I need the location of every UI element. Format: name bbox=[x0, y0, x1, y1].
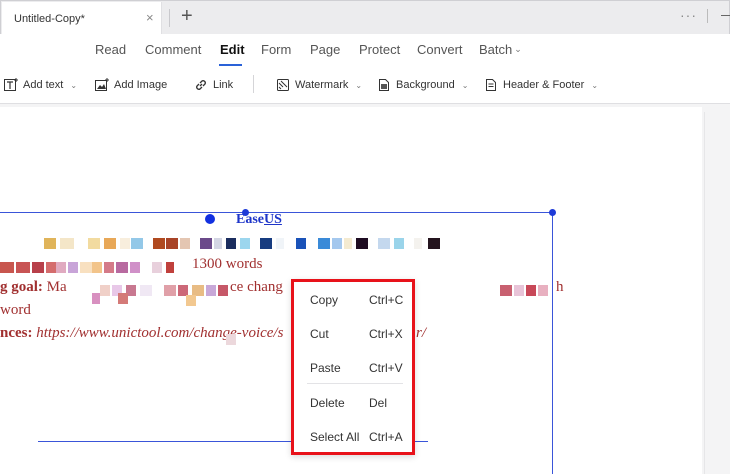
copy-label: Copy bbox=[310, 293, 339, 307]
header-footer-label: Header & Footer bbox=[503, 79, 585, 91]
chevron-down-icon: ⌄ bbox=[70, 80, 78, 90]
goal-text-end[interactable]: h bbox=[556, 279, 564, 296]
header-footer-button[interactable]: Header & Footer ⌄ bbox=[484, 76, 598, 94]
new-tab-icon[interactable]: + bbox=[181, 5, 193, 27]
background-label: Background bbox=[396, 79, 455, 91]
copy-shortcut: Ctrl+C bbox=[369, 293, 404, 307]
tab-strip: Untitled-Copy* × + ··· bbox=[0, 0, 730, 35]
chevron-down-icon: ⌄ bbox=[355, 80, 363, 90]
close-tab-icon[interactable]: × bbox=[146, 11, 154, 25]
paste-label: Paste bbox=[310, 361, 341, 375]
main-menu: Read Comment Edit Form Page Protect Conv… bbox=[0, 34, 730, 66]
context-divider bbox=[307, 383, 403, 384]
add-text-button[interactable]: Add text ⌄ bbox=[4, 76, 77, 94]
context-paste[interactable]: Paste Ctrl+V bbox=[310, 358, 410, 378]
add-text-label: Add text bbox=[23, 79, 64, 91]
resize-handle-top-right[interactable] bbox=[549, 209, 556, 216]
watermark-label: Watermark bbox=[295, 79, 349, 91]
menu-page[interactable]: Page bbox=[310, 42, 340, 57]
document-tab[interactable]: Untitled-Copy* × bbox=[2, 2, 162, 35]
menu-batch-label: Batch bbox=[479, 42, 513, 57]
add-text-icon bbox=[4, 78, 18, 92]
more-options-icon[interactable]: ··· bbox=[680, 7, 697, 23]
delete-label: Delete bbox=[310, 396, 345, 410]
delete-shortcut: Del bbox=[369, 396, 388, 410]
goal-line[interactable]: g goal: Ma bbox=[0, 279, 67, 296]
window-divider bbox=[707, 9, 708, 23]
reference-link-end[interactable]: r/ bbox=[416, 325, 426, 342]
menu-batch[interactable]: Batch ⌄ bbox=[479, 42, 522, 57]
vertical-scrollbar[interactable] bbox=[704, 112, 730, 474]
context-copy[interactable]: Copy Ctrl+C bbox=[310, 290, 410, 310]
menu-convert[interactable]: Convert bbox=[417, 42, 463, 57]
context-cut[interactable]: Cut Ctrl+X bbox=[310, 324, 410, 344]
background-button[interactable]: Background ⌄ bbox=[377, 76, 468, 94]
add-image-button[interactable]: Add Image bbox=[95, 76, 167, 94]
menu-read[interactable]: Read bbox=[95, 42, 126, 57]
add-image-label: Add Image bbox=[114, 79, 168, 91]
context-delete[interactable]: Delete Del bbox=[310, 393, 410, 413]
watermark-icon bbox=[276, 78, 290, 92]
select-all-label: Select All bbox=[310, 430, 360, 444]
rotate-handle[interactable] bbox=[205, 214, 215, 224]
tab-divider bbox=[169, 9, 170, 27]
reference-line[interactable]: nces: https://www.unictool.com/change-vo… bbox=[0, 325, 283, 342]
cut-label: Cut bbox=[310, 327, 329, 341]
chevron-down-icon: ⌄ bbox=[514, 44, 522, 54]
paste-shortcut: Ctrl+V bbox=[369, 361, 403, 375]
watermark-button[interactable]: Watermark ⌄ bbox=[276, 76, 362, 94]
goal-label: g goal: bbox=[0, 279, 43, 295]
toolbar-divider bbox=[253, 75, 254, 93]
chevron-down-icon: ⌄ bbox=[461, 80, 469, 90]
reference-label: nces: bbox=[0, 325, 33, 341]
goal-text-continued[interactable]: ce chang bbox=[230, 279, 283, 296]
minimize-icon[interactable] bbox=[721, 15, 730, 16]
edit-toolbar: Add text ⌄ Add Image Link Watermark ⌄ Ba… bbox=[0, 66, 730, 104]
selection-border-right bbox=[552, 212, 553, 474]
background-icon bbox=[377, 78, 391, 92]
menu-form[interactable]: Form bbox=[261, 42, 291, 57]
reference-link-tail: r/ bbox=[416, 325, 427, 341]
header-footer-icon bbox=[484, 78, 498, 92]
select-all-shortcut: Ctrl+A bbox=[369, 430, 403, 444]
redacted-line-4 bbox=[226, 334, 236, 345]
context-menu: Copy Ctrl+C Cut Ctrl+X Paste Ctrl+V Dele… bbox=[291, 279, 415, 455]
reference-link[interactable]: https://www.unictool.com/change-voice/s bbox=[33, 325, 283, 341]
link-label: Link bbox=[213, 79, 234, 91]
menu-comment[interactable]: Comment bbox=[145, 42, 201, 57]
link-button[interactable]: Link bbox=[194, 76, 233, 94]
word-count-text[interactable]: 1300 words bbox=[192, 256, 262, 273]
heading-highlight: US bbox=[264, 212, 282, 227]
document-heading[interactable]: EaseUS bbox=[236, 212, 282, 228]
tab-title: Untitled-Copy* bbox=[14, 13, 85, 25]
chevron-down-icon: ⌄ bbox=[591, 80, 599, 90]
add-image-icon bbox=[95, 78, 109, 92]
menu-protect[interactable]: Protect bbox=[359, 42, 400, 57]
word-line[interactable]: word bbox=[0, 302, 31, 319]
link-icon bbox=[194, 78, 208, 92]
goal-text: Ma bbox=[42, 279, 67, 295]
heading-prefix: Ease bbox=[236, 212, 264, 227]
menu-edit[interactable]: Edit bbox=[220, 42, 245, 57]
context-select-all[interactable]: Select All Ctrl+A bbox=[310, 427, 410, 447]
cut-shortcut: Ctrl+X bbox=[369, 327, 403, 341]
